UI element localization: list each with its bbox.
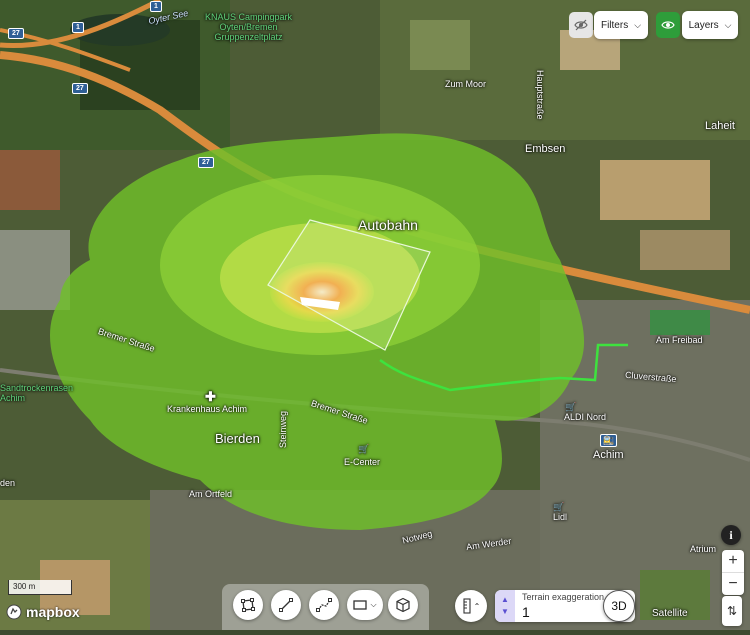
mapbox-icon bbox=[6, 604, 22, 620]
filters-label: Filters bbox=[600, 19, 629, 31]
draw-line-button[interactable] bbox=[271, 590, 301, 620]
chevron-down-icon: ⌵ bbox=[370, 600, 377, 609]
zoom-in-button[interactable]: + bbox=[722, 550, 744, 573]
draw-polygon-button[interactable] bbox=[233, 590, 263, 620]
info-button[interactable]: i bbox=[721, 525, 741, 545]
industrial-area bbox=[0, 230, 70, 310]
draw-3d-shape-button[interactable] bbox=[388, 590, 418, 620]
shield-a1: 1 bbox=[72, 22, 84, 33]
rectangle-icon bbox=[353, 600, 368, 610]
cube-icon bbox=[396, 597, 410, 613]
shield-a27-right: 27 bbox=[198, 157, 214, 168]
draw-rectangle-dropdown[interactable]: ⌵ bbox=[347, 590, 383, 620]
shield-a27-left: 27 bbox=[8, 28, 24, 39]
chevron-up-icon: ⌃ bbox=[473, 601, 481, 611]
shield-a27-mid: 27 bbox=[72, 83, 88, 94]
toggle-layers-button[interactable] bbox=[656, 12, 680, 38]
layers-label: Layers bbox=[688, 19, 719, 31]
sports-field bbox=[650, 310, 710, 335]
chevron-down-icon: ⌵ bbox=[634, 19, 642, 30]
hide-filters-button[interactable] bbox=[569, 12, 593, 38]
shield-a1-top: 1 bbox=[150, 1, 162, 12]
ruler-icon bbox=[463, 598, 471, 614]
eye-icon bbox=[661, 21, 675, 29]
zoom-out-button[interactable]: − bbox=[722, 573, 744, 595]
measure-dropdown[interactable]: ⌃ bbox=[455, 590, 487, 622]
chevron-down-icon: ⌵ bbox=[724, 19, 732, 30]
line-icon bbox=[279, 598, 293, 612]
info-icon: i bbox=[729, 527, 733, 542]
polygon-icon bbox=[241, 598, 255, 612]
compass-icon: ⇅ bbox=[726, 604, 738, 618]
filters-dropdown[interactable]: Filters ⌵ bbox=[594, 11, 648, 39]
mapbox-logo[interactable]: mapbox bbox=[6, 604, 80, 620]
stepper-up-icon[interactable]: ▲ bbox=[501, 594, 509, 606]
compass-button[interactable]: ⇅ bbox=[722, 596, 742, 626]
map-svg[interactable] bbox=[0, 0, 750, 630]
terrain-label: Terrain exaggeration bbox=[522, 592, 605, 602]
layers-dropdown[interactable]: Layers ⌵ bbox=[682, 11, 738, 39]
eye-off-icon bbox=[574, 19, 588, 31]
zoom-controls: + − bbox=[722, 550, 744, 595]
scale-bar: 300 m bbox=[8, 580, 72, 595]
draw-path-button[interactable] bbox=[309, 590, 339, 620]
toggle-3d-button[interactable]: 3D bbox=[603, 590, 635, 622]
terrain-stepper: ▲ ▼ bbox=[495, 590, 515, 622]
map-canvas[interactable]: 1 1 27 27 27 Oyter See KNAUS Campingpark… bbox=[0, 0, 750, 630]
stepper-down-icon[interactable]: ▼ bbox=[501, 606, 509, 618]
terrain-value-input[interactable]: 1 bbox=[522, 604, 530, 620]
path-icon bbox=[316, 598, 332, 612]
